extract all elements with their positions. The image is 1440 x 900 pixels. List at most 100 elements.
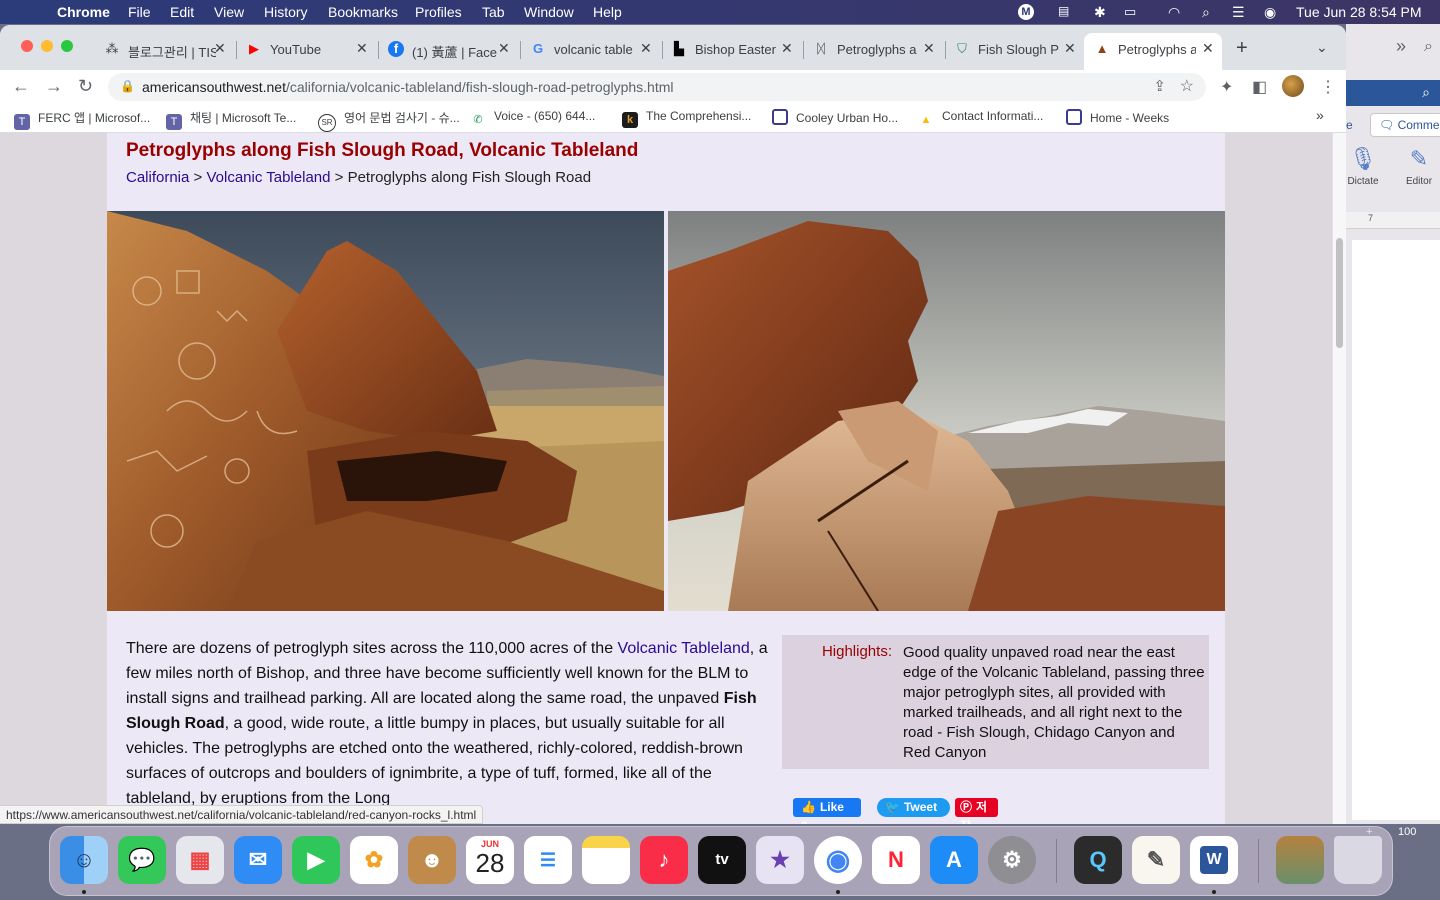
tab-search-chevron-icon[interactable]: ⌄ — [1316, 39, 1328, 56]
bookmark-contact-info[interactable]: ▲ Contact Informati... — [918, 109, 1044, 128]
app-store-icon[interactable]: A — [930, 836, 978, 884]
notes-icon[interactable] — [582, 836, 630, 884]
battery-icon[interactable]: ▭ — [1124, 4, 1136, 20]
bookmark-grammar-checker[interactable]: SR 영어 문법 검사기 - 슈... — [318, 109, 460, 132]
tab-petroglyphs-1[interactable]: ᛞ Petroglyphs a ✕ — [813, 35, 946, 65]
page-scrollbar[interactable] — [1332, 133, 1346, 824]
news-icon[interactable]: N — [872, 836, 920, 884]
lock-icon[interactable]: 🔒 — [120, 79, 135, 93]
textedit-icon[interactable]: ✎ — [1132, 836, 1180, 884]
close-tab-icon[interactable]: ✕ — [781, 40, 793, 57]
calendar-icon[interactable]: JUN 28 — [466, 836, 514, 884]
siri-icon[interactable]: ◉ — [1264, 4, 1276, 21]
menu-edit[interactable]: Edit — [170, 4, 194, 20]
menu-tab[interactable]: Tab — [482, 4, 505, 20]
extensions-puzzle-icon[interactable]: ✦ — [1220, 77, 1233, 97]
music-icon[interactable]: ♪ — [640, 836, 688, 884]
back-button[interactable]: ← — [12, 76, 30, 97]
messages-icon[interactable]: 💬 — [118, 836, 166, 884]
mail-icon[interactable]: ✉ — [234, 836, 282, 884]
double-chevron-icon[interactable]: » — [1396, 36, 1406, 57]
minimize-window-button[interactable] — [41, 40, 53, 52]
menu-clock[interactable]: Tue Jun 28 8:54 PM — [1296, 4, 1422, 20]
breadcrumb-volcanic-tableland[interactable]: Volcanic Tableland — [206, 169, 330, 186]
menu-bookmarks[interactable]: Bookmarks — [328, 4, 398, 20]
tab-petroglyphs-active[interactable]: ▲ Petroglyphs a ✕ — [1084, 33, 1222, 70]
side-panel-icon[interactable]: ◧ — [1252, 77, 1267, 97]
wifi-icon[interactable]: ◠ — [1168, 4, 1180, 21]
word-search-icon[interactable]: ⌕ — [1422, 84, 1430, 101]
contacts-icon[interactable]: ☻ — [408, 836, 456, 884]
tab-bishop[interactable]: ▙ Bishop Easter ✕ — [671, 35, 804, 65]
bookmark-comprehensive[interactable]: k The Comprehensi... — [622, 109, 751, 128]
scrollbar-thumb[interactable] — [1336, 238, 1343, 348]
bookmark-cooley[interactable]: Cooley Urban Ho... — [772, 109, 898, 125]
tab-fish-slough[interactable]: ⛉ Fish Slough P ✕ — [954, 35, 1086, 65]
volcanic-tableland-link[interactable]: Volcanic Tableland — [618, 640, 750, 657]
chrome-dock-icon[interactable]: ◉ — [814, 836, 862, 884]
address-bar[interactable]: 🔒 americansouthwest.net/california/volca… — [108, 73, 1206, 101]
preview-stack-icon[interactable] — [1276, 836, 1324, 884]
profile-avatar[interactable] — [1282, 75, 1304, 97]
word-editor-button[interactable]: ✎ Editor — [1396, 146, 1440, 187]
word-dock-icon[interactable]: W — [1190, 836, 1238, 884]
trash-icon[interactable] — [1334, 836, 1382, 884]
close-tab-icon[interactable]: ✕ — [1202, 40, 1214, 57]
finder-icon[interactable]: ☺ — [60, 836, 108, 884]
menu-file[interactable]: File — [128, 4, 151, 20]
malwarebytes-icon[interactable]: M — [1018, 4, 1034, 20]
menu-history[interactable]: History — [264, 4, 308, 20]
chrome-menu-icon[interactable]: ⋮ — [1320, 77, 1336, 97]
zoom-window-button[interactable] — [61, 40, 73, 52]
tab-blog[interactable]: ⁂ 블로그관리 | TIS ✕ — [104, 35, 237, 65]
us-flag-icon[interactable]: ▤ — [1058, 4, 1069, 18]
launchpad-icon[interactable]: ▦ — [176, 836, 224, 884]
apple-tv-icon[interactable]: tv — [698, 836, 746, 884]
tab-youtube[interactable]: ▶ YouTube ✕ — [246, 35, 379, 65]
close-window-button[interactable] — [21, 40, 33, 52]
word-comments-button[interactable]: 🗨 Comme — [1370, 113, 1440, 137]
tweet-button[interactable]: 🐦 Tweet — [877, 798, 950, 817]
close-tab-icon[interactable]: ✕ — [498, 40, 510, 57]
search-icon[interactable]: ⌕ — [1424, 38, 1433, 56]
photos-icon[interactable]: ✿ — [350, 836, 398, 884]
menu-window[interactable]: Window — [524, 4, 574, 20]
word-dictate-button[interactable]: 🎙 Dictate — [1340, 146, 1386, 187]
close-tab-icon[interactable]: ✕ — [923, 40, 935, 57]
close-tab-icon[interactable]: ✕ — [356, 40, 368, 57]
bookmarks-overflow-icon[interactable]: » — [1316, 107, 1324, 123]
control-center-icon[interactable]: ☰ — [1232, 4, 1245, 21]
tab-facebook[interactable]: f (1) 黃蘆 | Face ✕ — [388, 35, 521, 65]
quicktime-icon[interactable]: Q — [1074, 836, 1122, 884]
new-tab-button[interactable]: + — [1236, 37, 1248, 60]
bookmark-star-icon[interactable]: ☆ — [1180, 76, 1194, 96]
imovie-icon[interactable]: ★ — [756, 836, 804, 884]
word-document-page[interactable] — [1352, 240, 1440, 820]
close-tab-icon[interactable]: ✕ — [1064, 40, 1076, 57]
close-tab-icon[interactable]: ✕ — [640, 40, 652, 57]
menu-app-name[interactable]: Chrome — [57, 4, 110, 20]
address-url[interactable]: americansouthwest.net/california/volcani… — [142, 79, 674, 95]
bookmark-google-voice[interactable]: ✆ Voice - (650) 644... — [470, 109, 595, 128]
petroglyph-boulders-photo[interactable] — [107, 211, 664, 611]
menu-help[interactable]: Help — [593, 4, 622, 20]
rock-mountains-photo[interactable] — [668, 211, 1225, 611]
bookmark-weeks[interactable]: Home - Weeks — [1066, 109, 1169, 125]
pinterest-save-button[interactable]: Ⓟ저장 — [955, 798, 998, 824]
system-preferences-icon[interactable]: ⚙ — [988, 836, 1036, 884]
bluetooth-icon[interactable]: ✱ — [1094, 4, 1106, 21]
reload-button[interactable]: ↻ — [78, 76, 93, 97]
menu-view[interactable]: View — [214, 4, 244, 20]
breadcrumb-california[interactable]: California — [126, 169, 189, 186]
reminders-icon[interactable]: ☰ — [524, 836, 572, 884]
facetime-icon[interactable]: ▶ — [292, 836, 340, 884]
close-tab-icon[interactable]: ✕ — [214, 40, 226, 57]
menu-profiles[interactable]: Profiles — [415, 4, 462, 20]
bookmark-teams-chat[interactable]: T 채팅 | Microsoft Te... — [166, 109, 296, 130]
facebook-like-button[interactable]: 👍Like 0 — [793, 798, 861, 824]
spotlight-search-icon[interactable]: ⌕ — [1202, 4, 1210, 21]
bookmark-ferc[interactable]: T FERC 앱 | Microsof... — [14, 109, 150, 130]
forward-button[interactable]: → — [45, 76, 63, 97]
tab-google-search[interactable]: G volcanic table ✕ — [530, 35, 663, 65]
share-icon[interactable]: ⇪ — [1153, 77, 1166, 95]
